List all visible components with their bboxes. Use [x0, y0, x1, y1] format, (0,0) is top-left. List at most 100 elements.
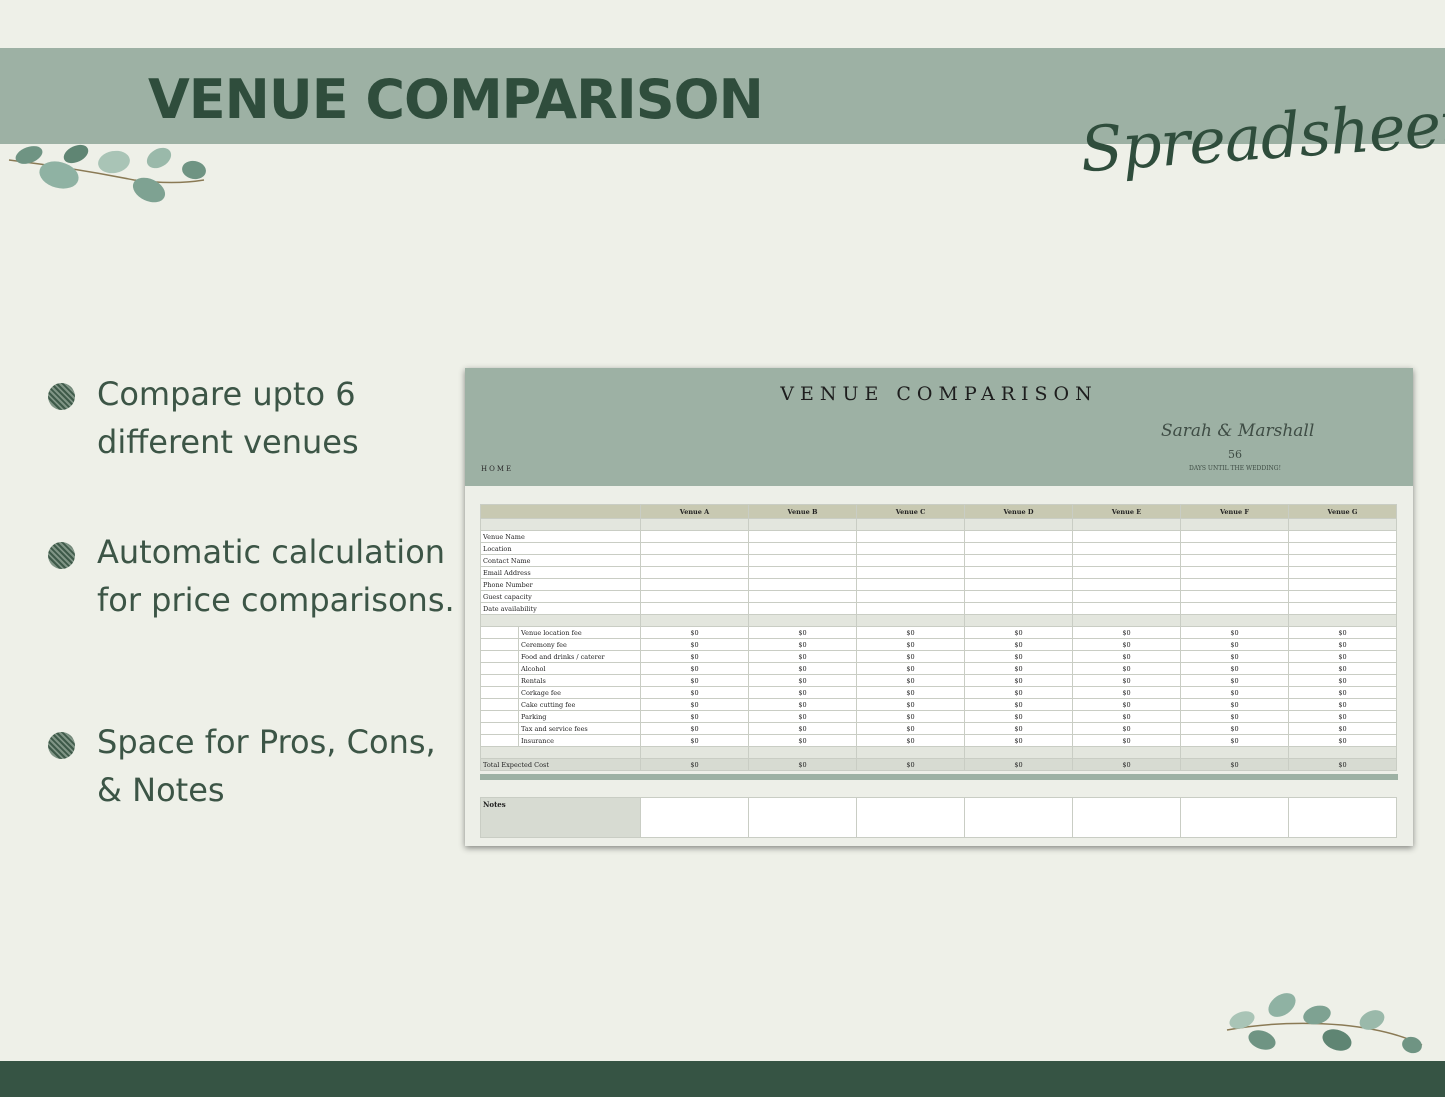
cost-cell[interactable]: $0: [1180, 734, 1289, 747]
input-cell[interactable]: [1288, 578, 1397, 591]
home-link[interactable]: HOME: [481, 465, 513, 473]
cost-cell[interactable]: $0: [1288, 710, 1397, 723]
cost-cell[interactable]: $0: [856, 686, 965, 699]
input-cell[interactable]: [856, 578, 965, 591]
cost-cell[interactable]: $0: [748, 674, 857, 687]
cost-cell[interactable]: $0: [640, 626, 749, 639]
input-cell[interactable]: [1288, 590, 1397, 603]
input-cell[interactable]: [1180, 578, 1289, 591]
notes-cell[interactable]: [748, 797, 857, 838]
cost-cell[interactable]: $0: [640, 650, 749, 663]
cost-cell[interactable]: $0: [1072, 674, 1181, 687]
cost-cell[interactable]: $0: [748, 734, 857, 747]
cost-cell[interactable]: $0: [640, 722, 749, 735]
input-cell[interactable]: [964, 530, 1073, 543]
cost-cell[interactable]: $0: [1072, 734, 1181, 747]
cost-cell[interactable]: $0: [964, 722, 1073, 735]
notes-cell[interactable]: [1072, 797, 1181, 838]
cost-cell[interactable]: $0: [1180, 710, 1289, 723]
cost-cell[interactable]: $0: [640, 638, 749, 651]
cost-cell[interactable]: $0: [1288, 734, 1397, 747]
cost-cell[interactable]: $0: [964, 698, 1073, 711]
input-cell[interactable]: [1288, 554, 1397, 567]
cost-cell[interactable]: $0: [1180, 626, 1289, 639]
input-cell[interactable]: [1072, 530, 1181, 543]
cost-cell[interactable]: $0: [1288, 686, 1397, 699]
input-cell[interactable]: [1180, 554, 1289, 567]
cost-cell[interactable]: $0: [964, 662, 1073, 675]
cost-cell[interactable]: $0: [856, 674, 965, 687]
cost-cell[interactable]: $0: [640, 662, 749, 675]
cost-cell[interactable]: $0: [640, 698, 749, 711]
cost-cell[interactable]: $0: [640, 710, 749, 723]
input-cell[interactable]: [856, 542, 965, 555]
cost-cell[interactable]: $0: [1072, 626, 1181, 639]
input-cell[interactable]: [964, 578, 1073, 591]
cost-cell[interactable]: $0: [964, 674, 1073, 687]
notes-cell[interactable]: [964, 797, 1073, 838]
notes-cell[interactable]: [1288, 797, 1397, 838]
cost-cell[interactable]: $0: [1180, 674, 1289, 687]
input-cell[interactable]: [1288, 602, 1397, 615]
input-cell[interactable]: [640, 542, 749, 555]
input-cell[interactable]: [964, 542, 1073, 555]
input-cell[interactable]: [856, 602, 965, 615]
cost-cell[interactable]: $0: [1288, 626, 1397, 639]
cost-cell[interactable]: $0: [1288, 650, 1397, 663]
cost-cell[interactable]: $0: [748, 722, 857, 735]
cost-cell[interactable]: $0: [748, 662, 857, 675]
notes-cell[interactable]: [1180, 797, 1289, 838]
input-cell[interactable]: [748, 530, 857, 543]
input-cell[interactable]: [1072, 542, 1181, 555]
input-cell[interactable]: [748, 554, 857, 567]
cost-cell[interactable]: $0: [856, 626, 965, 639]
cost-cell[interactable]: $0: [640, 686, 749, 699]
cost-cell[interactable]: $0: [964, 650, 1073, 663]
input-cell[interactable]: [640, 578, 749, 591]
cost-cell[interactable]: $0: [1288, 698, 1397, 711]
input-cell[interactable]: [1072, 578, 1181, 591]
input-cell[interactable]: [748, 542, 857, 555]
cost-cell[interactable]: $0: [856, 638, 965, 651]
cost-cell[interactable]: $0: [1180, 638, 1289, 651]
input-cell[interactable]: [856, 566, 965, 579]
cost-cell[interactable]: $0: [1288, 674, 1397, 687]
input-cell[interactable]: [1180, 566, 1289, 579]
input-cell[interactable]: [1180, 542, 1289, 555]
cost-cell[interactable]: $0: [964, 686, 1073, 699]
cost-cell[interactable]: $0: [856, 722, 965, 735]
cost-cell[interactable]: $0: [964, 638, 1073, 651]
cost-cell[interactable]: $0: [1288, 638, 1397, 651]
cost-cell[interactable]: $0: [1072, 698, 1181, 711]
input-cell[interactable]: [748, 602, 857, 615]
cost-cell[interactable]: $0: [856, 662, 965, 675]
input-cell[interactable]: [1180, 602, 1289, 615]
cost-cell[interactable]: $0: [1072, 638, 1181, 651]
input-cell[interactable]: [1072, 566, 1181, 579]
cost-cell[interactable]: $0: [640, 734, 749, 747]
cost-cell[interactable]: $0: [748, 686, 857, 699]
cost-cell[interactable]: $0: [856, 698, 965, 711]
cost-cell[interactable]: $0: [1180, 698, 1289, 711]
input-cell[interactable]: [964, 554, 1073, 567]
cost-cell[interactable]: $0: [964, 710, 1073, 723]
input-cell[interactable]: [1288, 542, 1397, 555]
cost-cell[interactable]: $0: [1288, 722, 1397, 735]
input-cell[interactable]: [856, 530, 965, 543]
cost-cell[interactable]: $0: [748, 650, 857, 663]
cost-cell[interactable]: $0: [1072, 650, 1181, 663]
cost-cell[interactable]: $0: [748, 626, 857, 639]
cost-cell[interactable]: $0: [1180, 686, 1289, 699]
cost-cell[interactable]: $0: [1072, 722, 1181, 735]
input-cell[interactable]: [640, 566, 749, 579]
input-cell[interactable]: [1288, 566, 1397, 579]
cost-cell[interactable]: $0: [748, 710, 857, 723]
input-cell[interactable]: [640, 590, 749, 603]
input-cell[interactable]: [640, 602, 749, 615]
cost-cell[interactable]: $0: [1288, 662, 1397, 675]
cost-cell[interactable]: $0: [1072, 710, 1181, 723]
cost-cell[interactable]: $0: [1072, 686, 1181, 699]
input-cell[interactable]: [748, 590, 857, 603]
cost-cell[interactable]: $0: [1180, 650, 1289, 663]
cost-cell[interactable]: $0: [964, 734, 1073, 747]
